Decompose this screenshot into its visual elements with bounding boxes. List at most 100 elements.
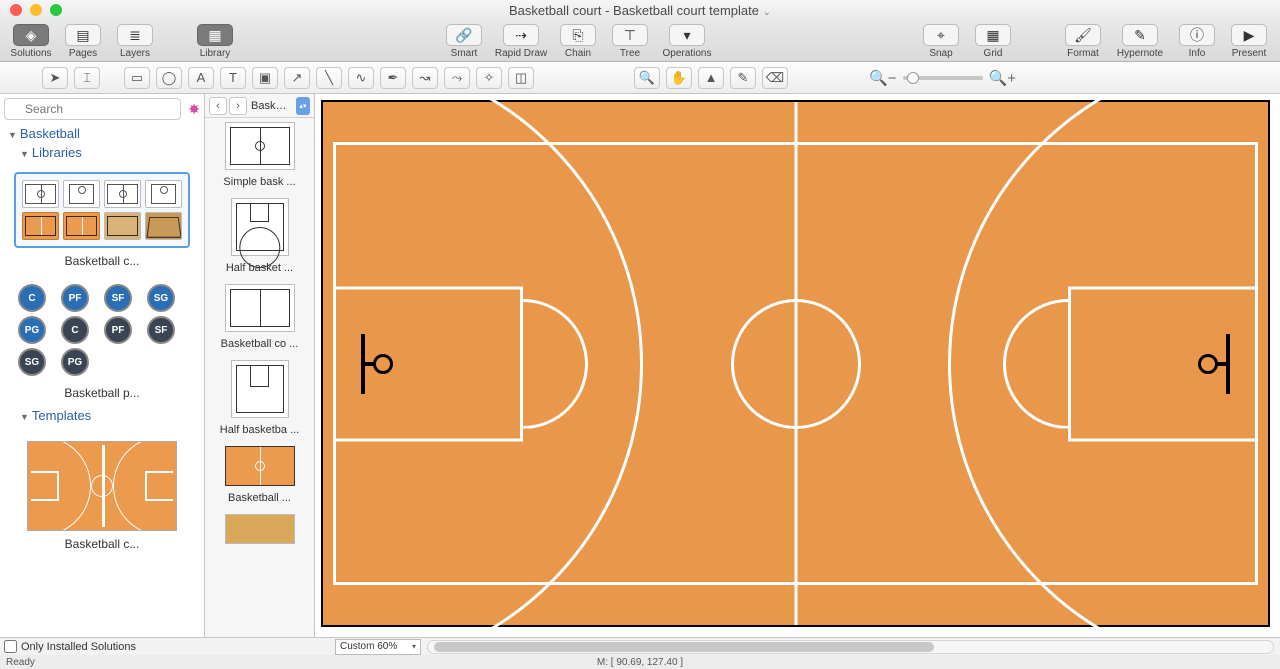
tree-root-basketball[interactable]: ▼Basketball: [8, 126, 196, 141]
rect-tool[interactable]: ▭: [124, 67, 150, 89]
chain-label: Chain: [565, 48, 591, 59]
ellipse-tool[interactable]: ◯: [156, 67, 182, 89]
fill-tool[interactable]: ▲: [698, 67, 724, 89]
gallery-item-label: Half basketba ...: [211, 424, 308, 436]
lib-template-label: Basketball c...: [14, 537, 190, 551]
arrow-tool[interactable]: ↗: [284, 67, 310, 89]
lib-courts[interactable]: Basketball c...: [0, 166, 204, 274]
present-label: Present: [1232, 48, 1266, 59]
text-select-tool[interactable]: ⌶: [74, 67, 100, 89]
eraser-tool[interactable]: ⌫: [762, 67, 788, 89]
pos-chip[interactable]: PG: [18, 316, 46, 344]
select-tool[interactable]: ➤: [42, 67, 68, 89]
connector-tool[interactable]: ↝: [412, 67, 438, 89]
scroll-thumb[interactable]: [434, 642, 934, 652]
solutions-button[interactable]: ◈ Solutions: [6, 24, 56, 59]
zoom-select[interactable]: Custom 60% ▾: [335, 639, 421, 655]
gallery-item[interactable]: Half basket ...: [211, 198, 308, 274]
gallery-stepper[interactable]: ▴▾: [296, 97, 310, 115]
gallery-item[interactable]: Basketball ...: [211, 446, 308, 504]
status-bar: Ready M: [ 90.69, 127.40 ]: [0, 655, 1280, 669]
canvas[interactable]: [315, 94, 1280, 637]
tree-templates[interactable]: ▼Templates: [20, 408, 196, 423]
close-window[interactable]: [10, 4, 22, 16]
zoom-out-icon[interactable]: 🔍−: [869, 69, 896, 87]
pos-chip[interactable]: C: [18, 284, 46, 312]
gallery-item[interactable]: Simple bask ...: [211, 122, 308, 188]
pos-chip[interactable]: C: [61, 316, 89, 344]
template-thumb[interactable]: [27, 441, 177, 531]
snap-label: Snap: [929, 48, 952, 59]
pos-chip[interactable]: PF: [104, 316, 132, 344]
main-toolbar: ◈ Solutions ▤ Pages ≣ Layers ▦ Library 🔗…: [0, 20, 1280, 62]
pages-label: Pages: [69, 48, 97, 59]
snap-button[interactable]: ⌖ Snap: [916, 24, 966, 59]
title-dropdown-icon[interactable]: ⌄: [763, 7, 771, 18]
eyedropper-tool[interactable]: ✎: [730, 67, 756, 89]
gallery-item[interactable]: Half basketba ...: [211, 360, 308, 436]
solutions-label: Solutions: [10, 48, 51, 59]
pin-icon[interactable]: ✸: [188, 101, 200, 118]
layers-button[interactable]: ≣ Layers: [110, 24, 160, 59]
callout-tool[interactable]: ▣: [252, 67, 278, 89]
gallery-item-label: Basketball co ...: [211, 338, 308, 350]
crop-tool[interactable]: ◫: [508, 67, 534, 89]
lib-positions[interactable]: C PF SF SG PG C PF SF SG PG Basketball p…: [0, 274, 204, 406]
format-button[interactable]: 🖌 Format: [1058, 24, 1108, 59]
pos-chip[interactable]: SF: [104, 284, 132, 312]
smart-button[interactable]: 🔗 Smart: [439, 24, 489, 59]
lib-positions-label: Basketball p...: [14, 386, 190, 400]
rapid-draw-button[interactable]: ⇢ Rapid Draw: [491, 24, 551, 59]
operations-label: Operations: [663, 48, 712, 59]
info-button[interactable]: ⓘ Info: [1172, 24, 1222, 59]
gallery-item-label: Basketball ...: [211, 492, 308, 504]
info-label: Info: [1189, 48, 1206, 59]
zoom-in-icon[interactable]: 🔍+: [989, 69, 1016, 87]
curve-tool[interactable]: ∿: [348, 67, 374, 89]
textbox-tool[interactable]: T: [220, 67, 246, 89]
library-button[interactable]: ▦ Library: [190, 24, 240, 59]
hypernote-button[interactable]: ✎ Hypernote: [1110, 24, 1170, 59]
pages-button[interactable]: ▤ Pages: [58, 24, 108, 59]
pos-chip[interactable]: SG: [18, 348, 46, 376]
present-icon: ▶: [1231, 24, 1267, 46]
solutions-panel: 🔍 ✸ ▼Basketball ▼Libraries Basketball c.…: [0, 94, 205, 637]
search-input[interactable]: [4, 98, 181, 120]
gallery-back[interactable]: ‹: [209, 97, 227, 115]
hand-tool[interactable]: ✋: [666, 67, 692, 89]
free-tool[interactable]: ✧: [476, 67, 502, 89]
only-installed-checkbox[interactable]: Only Installed Solutions: [0, 640, 205, 653]
gallery-forward[interactable]: ›: [229, 97, 247, 115]
gallery-item[interactable]: [211, 514, 308, 550]
pos-chip[interactable]: PG: [61, 348, 89, 376]
bezier-tool[interactable]: ⤳: [444, 67, 470, 89]
grid-button[interactable]: ▦ Grid: [968, 24, 1018, 59]
line-tool[interactable]: ╲: [316, 67, 342, 89]
gallery-header: ‹ › Basket... ▴▾: [205, 94, 314, 118]
basketball-court[interactable]: [321, 100, 1270, 627]
minimize-window[interactable]: [30, 4, 42, 16]
zoom-track[interactable]: [903, 76, 983, 80]
zoom-window[interactable]: [50, 4, 62, 16]
lib-template[interactable]: Basketball c...: [0, 429, 204, 557]
zoom-slider[interactable]: 🔍− 🔍+: [869, 69, 1016, 87]
horizontal-scrollbar[interactable]: [427, 640, 1274, 654]
tree-libraries[interactable]: ▼Libraries: [20, 145, 196, 160]
pos-chip[interactable]: PF: [61, 284, 89, 312]
pen-tool[interactable]: ✒: [380, 67, 406, 89]
chevron-down-icon: ▾: [412, 642, 416, 651]
pos-chip[interactable]: SG: [147, 284, 175, 312]
zoom-thumb[interactable]: [907, 72, 919, 84]
present-button[interactable]: ▶ Present: [1224, 24, 1274, 59]
only-installed-input[interactable]: [4, 640, 17, 653]
operations-button[interactable]: ▾ Operations: [657, 24, 717, 59]
gallery-item[interactable]: Basketball co ...: [211, 284, 308, 350]
tree-button[interactable]: ⊤ Tree: [605, 24, 655, 59]
tree-label: Tree: [620, 48, 640, 59]
zoom-tool[interactable]: 🔍: [634, 67, 660, 89]
pos-chip[interactable]: SF: [147, 316, 175, 344]
chain-button[interactable]: ⎘ Chain: [553, 24, 603, 59]
zoom-value: Custom 60%: [340, 641, 397, 652]
lib-courts-label: Basketball c...: [14, 254, 190, 268]
text-tool[interactable]: A: [188, 67, 214, 89]
